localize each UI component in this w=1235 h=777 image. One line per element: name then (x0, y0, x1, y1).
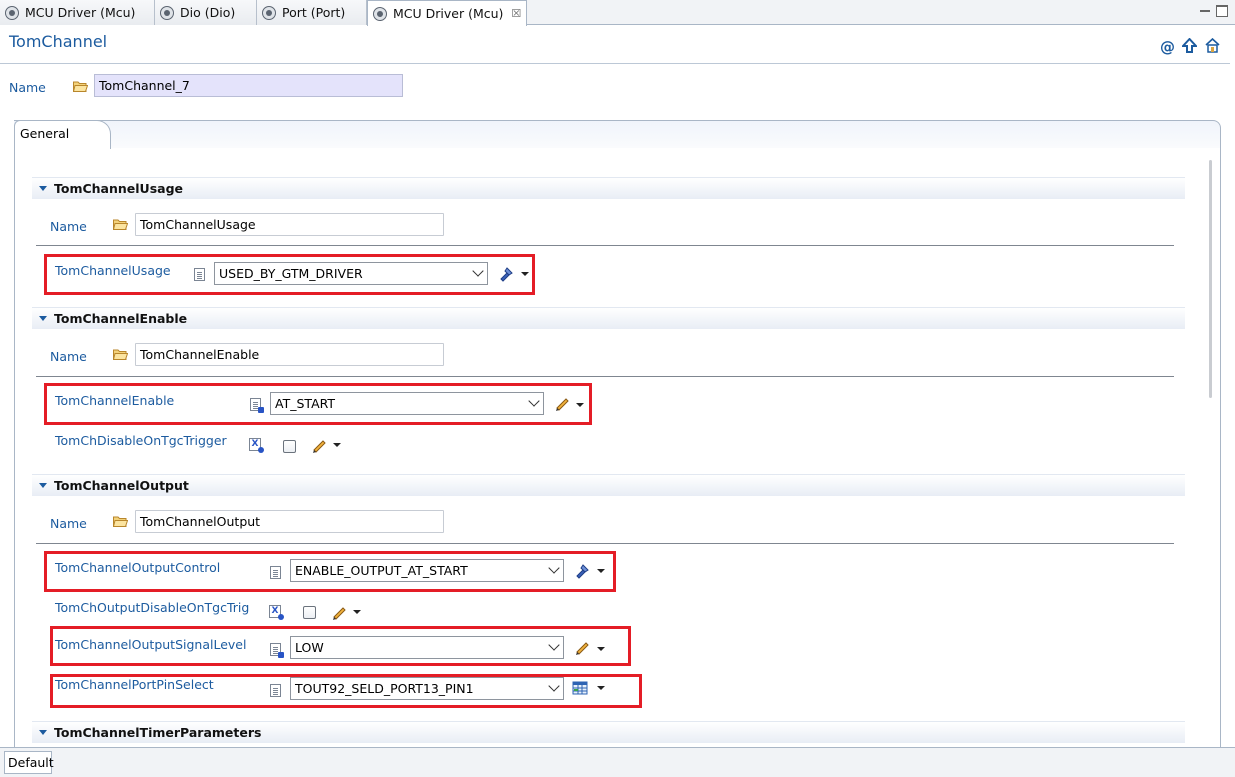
select-value: AT_START (275, 396, 336, 411)
chevron-down-icon (548, 639, 560, 651)
param-label-tom-channel-usage: TomChannelUsage (55, 263, 171, 278)
enable-name-label: Name (50, 349, 87, 364)
dropdown-arrow-icon[interactable] (597, 686, 605, 690)
pencil-icon[interactable] (331, 604, 347, 620)
chevron-down-icon (548, 562, 560, 574)
vertical-scrollbar[interactable] (1209, 160, 1212, 398)
pencil-icon[interactable] (311, 437, 327, 453)
calculated-value-icon[interactable] (498, 266, 514, 282)
close-tab-icon[interactable]: ☒ (511, 7, 521, 20)
param-label-tom-ch-output-disable-on-tgc-trig: TomChOutputDisableOnTgcTrig (55, 600, 250, 615)
header-divider (0, 63, 1230, 64)
param-label-tom-channel-enable: TomChannelEnable (55, 393, 175, 408)
section-title: TomChannelOutput (54, 478, 189, 493)
folder-open-icon (113, 219, 128, 230)
module-gear-icon (5, 5, 19, 20)
param-label-tom-channel-port-pin-select: TomChannelPortPinSelect (55, 677, 214, 692)
folder-open-icon (73, 81, 88, 92)
editor-tab-bar: MCU Driver (Mcu) Dio (Dio) Port (Port) M… (0, 0, 1235, 26)
editor-tab-mcu-driver-1[interactable]: MCU Driver (Mcu) (0, 0, 155, 25)
name-field[interactable]: TomChannel_7 (94, 74, 403, 97)
minimize-icon[interactable] (1199, 5, 1211, 17)
calculated-value-icon[interactable] (574, 563, 590, 579)
tab-strip (14, 120, 1221, 148)
param-label-tom-channel-output-control: TomChannelOutputControl (55, 560, 221, 575)
param-label-tom-channel-output-signal-level: TomChannelOutputSignalLevel (55, 637, 247, 652)
document-link-icon (250, 398, 264, 413)
at-icon[interactable]: @ (1160, 38, 1175, 56)
tom-channel-enable-select[interactable]: AT_START (270, 392, 544, 415)
maximize-icon[interactable] (1216, 5, 1228, 17)
select-value: ENABLE_OUTPUT_AT_START (295, 563, 468, 578)
tab-default[interactable]: Default (4, 751, 54, 774)
tom-ch-disable-on-tgc-trigger-checkbox[interactable] (283, 440, 296, 453)
output-name-label: Name (50, 516, 87, 531)
dropdown-arrow-icon[interactable] (521, 272, 529, 276)
section-header-enable[interactable]: TomChannelEnable (32, 307, 1185, 329)
module-gear-icon (160, 5, 174, 20)
select-value: LOW (295, 640, 324, 655)
divider (36, 376, 1174, 377)
tom-channel-output-control-select[interactable]: ENABLE_OUTPUT_AT_START (290, 559, 564, 582)
dropdown-arrow-icon[interactable] (333, 443, 341, 447)
usage-name-field[interactable]: TomChannelUsage (135, 213, 444, 236)
document-icon (270, 566, 281, 579)
pencil-icon[interactable] (554, 395, 570, 411)
document-link-icon (270, 643, 284, 658)
tab-general[interactable]: General (14, 120, 111, 149)
section-header-timer-parameters[interactable]: TomChannelTimerParameters (32, 721, 1185, 743)
name-label: Name (9, 80, 46, 95)
tom-channel-port-pin-select-select[interactable]: TOUT92_SELD_PORT13_PIN1 (290, 677, 564, 700)
dropdown-arrow-icon[interactable] (597, 647, 605, 651)
dropdown-arrow-icon[interactable] (576, 403, 584, 407)
section-header-output[interactable]: TomChannelOutput (32, 474, 1185, 496)
editor-tab-label: MCU Driver (Mcu) (393, 6, 504, 21)
tom-channel-usage-select[interactable]: USED_BY_GTM_DRIVER (214, 262, 488, 285)
tom-channel-output-signal-level-select[interactable]: LOW (290, 636, 564, 659)
folder-open-icon (113, 516, 128, 527)
collapse-triangle-icon[interactable] (39, 186, 47, 191)
bottom-tab-bar (0, 747, 1235, 777)
arrow-up-icon[interactable] (1182, 38, 1197, 53)
module-gear-icon (262, 5, 276, 20)
chevron-down-icon (548, 680, 560, 692)
collapse-triangle-icon[interactable] (39, 730, 47, 735)
divider (36, 245, 1174, 246)
pencil-icon[interactable] (574, 639, 590, 655)
usage-name-label: Name (50, 219, 87, 234)
output-name-field[interactable]: TomChannelOutput (135, 510, 444, 533)
chevron-down-icon (528, 395, 540, 407)
select-value: USED_BY_GTM_DRIVER (219, 266, 363, 281)
chevron-down-icon (472, 265, 484, 277)
editor-tab-port[interactable]: Port (Port) (257, 0, 367, 25)
document-icon (194, 268, 205, 281)
page-title: TomChannel (9, 32, 108, 51)
divider (36, 543, 1174, 544)
boolean-document-icon: X (249, 438, 264, 453)
tom-ch-output-disable-on-tgc-trig-checkbox[interactable] (303, 606, 316, 619)
document-icon (270, 684, 281, 697)
param-label-tom-ch-disable-on-tgc-trigger: TomChDisableOnTgcTrigger (55, 433, 227, 448)
enable-name-field[interactable]: TomChannelEnable (135, 343, 444, 366)
module-gear-icon (373, 6, 387, 21)
editor-tab-label: Dio (Dio) (180, 5, 236, 20)
section-header-usage[interactable]: TomChannelUsage (32, 177, 1185, 199)
home-icon[interactable] (1205, 38, 1220, 53)
section-title: TomChannelEnable (54, 311, 188, 326)
collapse-triangle-icon[interactable] (39, 316, 47, 321)
dropdown-arrow-icon[interactable] (353, 610, 361, 614)
editor-tab-mcu-driver-active[interactable]: MCU Driver (Mcu) ☒ (367, 0, 527, 26)
section-title: TomChannelUsage (54, 181, 183, 196)
section-title: TomChannelTimerParameters (54, 725, 262, 740)
editor-tab-label: Port (Port) (282, 5, 346, 20)
folder-open-icon (113, 349, 128, 360)
editor-tab-label: MCU Driver (Mcu) (25, 5, 136, 20)
select-value: TOUT92_SELD_PORT13_PIN1 (295, 681, 474, 696)
boolean-document-icon: X (269, 605, 284, 620)
reference-table-icon[interactable] (572, 680, 588, 696)
collapse-triangle-icon[interactable] (39, 483, 47, 488)
editor-tab-dio[interactable]: Dio (Dio) (155, 0, 257, 25)
dropdown-arrow-icon[interactable] (597, 569, 605, 573)
